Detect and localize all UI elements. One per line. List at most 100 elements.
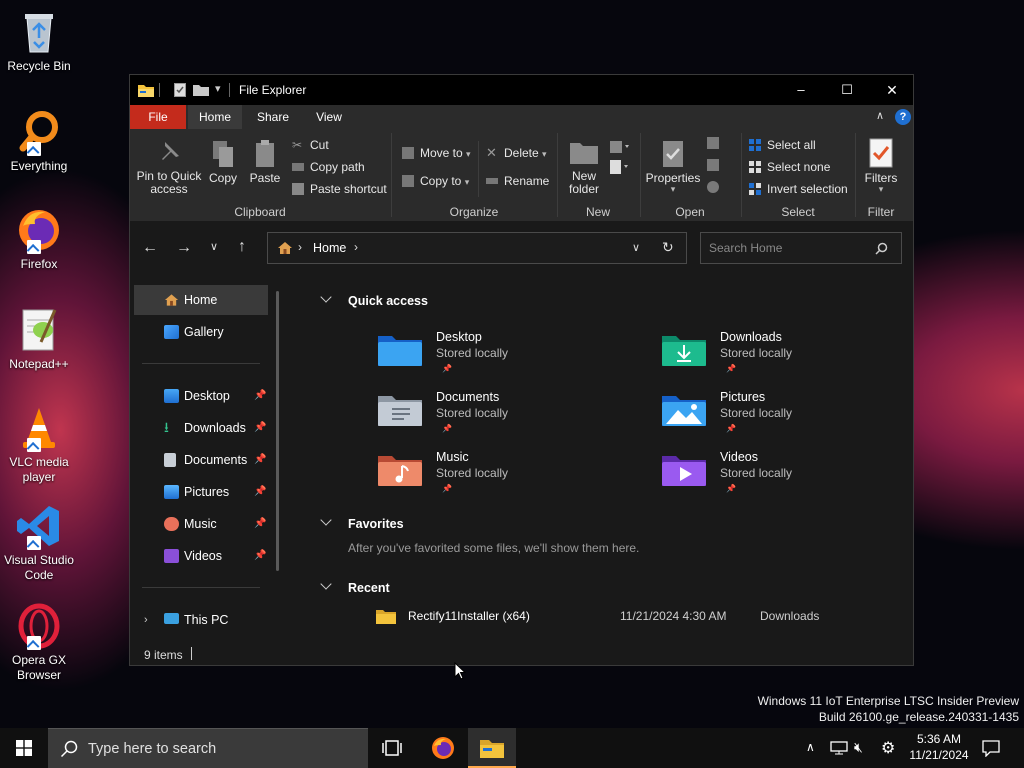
desktop-icon-notepadpp[interactable]: Notepad++ [0, 306, 78, 372]
videos-icon [164, 549, 179, 563]
clock[interactable]: 5:36 AM 11/21/2024 [904, 731, 974, 763]
close-button[interactable]: ✕ [870, 75, 914, 105]
maximize-button[interactable]: ☐ [824, 75, 870, 105]
history-icon[interactable] [707, 181, 719, 193]
collapse-ribbon-icon[interactable]: ∧ [876, 109, 884, 122]
properties-button[interactable]: Properties ▾ [644, 139, 702, 194]
pin-to-quick-access-button[interactable]: Pin to Quick access [136, 139, 202, 196]
sidebar-item-home[interactable]: Home [134, 285, 268, 315]
sidebar-item-videos[interactable]: Videos 📌 [134, 541, 268, 571]
sidebar-item-downloads[interactable]: ⭳ Downloads 📌 [134, 413, 268, 443]
quick-access-tile-desktop[interactable]: Desktop Stored locally 📌 [378, 330, 638, 386]
sidebar-item-gallery[interactable]: Gallery [134, 317, 268, 347]
desktop-icon-vscode[interactable]: Visual Studio Code [0, 502, 78, 583]
pin-icon[interactable]: 📌 [254, 519, 266, 529]
mouse-cursor-icon [454, 662, 466, 680]
properties-quick-icon[interactable] [174, 83, 186, 97]
copy-path-button[interactable]: Copy path [292, 159, 365, 175]
quick-access-tile-downloads[interactable]: Downloads Stored locally 📌 [662, 330, 922, 386]
search-input[interactable]: Search Home [709, 241, 782, 255]
cut-button[interactable]: ✂ Cut [292, 137, 329, 153]
pin-icon[interactable]: 📌 [254, 391, 266, 401]
collapse-chevron-icon[interactable] [320, 514, 332, 526]
properties-dropdown-icon[interactable]: ▾ [644, 185, 702, 194]
quick-access-tile-music[interactable]: Music Stored locally 📌 [378, 450, 638, 506]
pin-icon[interactable]: 📌 [254, 487, 266, 497]
address-input[interactable]: › Home › ∨ ↻ [267, 232, 687, 264]
gear-icon[interactable]: ⚙ [881, 738, 895, 758]
copy-button[interactable]: Copy [206, 139, 240, 185]
recent-item-location: Downloads [760, 609, 820, 623]
section-recent[interactable]: Recent [348, 581, 390, 595]
pin-icon[interactable]: 📌 [254, 551, 266, 561]
breadcrumb-chevron-icon[interactable]: › [354, 240, 358, 254]
move-to-button[interactable]: Move to ▾ [402, 145, 471, 162]
new-item-icon[interactable] [608, 139, 630, 155]
sidebar-scrollbar[interactable] [276, 291, 279, 571]
select-none-button[interactable]: Select none [749, 159, 830, 175]
collapse-chevron-icon[interactable] [320, 578, 332, 590]
pin-icon[interactable]: 📌 [254, 455, 266, 465]
back-arrow-icon[interactable]: ← [142, 239, 158, 257]
show-hidden-icons-chevron-up-icon[interactable]: ∧ [806, 740, 815, 754]
sidebar-item-music[interactable]: Music 📌 [134, 509, 268, 539]
start-button[interactable] [0, 728, 48, 768]
list-item[interactable]: Rectify11Installer (x64) 11/21/2024 4:30… [370, 605, 890, 627]
quick-access-tile-pictures[interactable]: Pictures Stored locally 📌 [662, 390, 922, 446]
tab-share[interactable]: Share [246, 105, 300, 129]
desktop-icon-everything[interactable]: Everything [0, 108, 78, 174]
network-icon[interactable] [830, 741, 848, 755]
sidebar-item-pictures[interactable]: Pictures 📌 [134, 477, 268, 507]
pin-icon[interactable]: 📌 [254, 423, 266, 433]
task-view-button[interactable] [372, 728, 412, 768]
invert-selection-button[interactable]: Invert selection [749, 181, 848, 197]
up-arrow-icon[interactable]: ↑ [238, 238, 246, 256]
paste-button[interactable]: Paste [246, 139, 284, 185]
section-favorites[interactable]: Favorites [348, 517, 404, 531]
tab-home[interactable]: Home [188, 105, 242, 129]
recent-locations-chevron-down-icon[interactable]: ∨ [210, 240, 218, 253]
forward-arrow-icon[interactable]: → [176, 239, 192, 257]
filters-dropdown-icon[interactable]: ▾ [858, 185, 904, 194]
tab-view[interactable]: View [302, 105, 356, 129]
search-icon[interactable] [875, 242, 888, 255]
breadcrumb-home[interactable]: Home [313, 241, 346, 255]
collapse-chevron-icon[interactable] [320, 291, 332, 303]
desktop-icon-firefox[interactable]: Firefox [0, 206, 78, 272]
section-quick-access[interactable]: Quick access [348, 294, 428, 308]
desktop-icon-recycle-bin[interactable]: Recycle Bin [0, 8, 78, 74]
sidebar-item-documents[interactable]: Documents 📌 [134, 445, 268, 475]
search-box[interactable]: Search Home [700, 232, 902, 264]
rename-button[interactable]: Rename [486, 173, 549, 189]
tab-file[interactable]: File [130, 105, 186, 129]
quick-access-tile-videos[interactable]: Videos Stored locally 📌 [662, 450, 922, 506]
select-all-button[interactable]: Select all [749, 137, 816, 153]
volume-muted-icon[interactable]: 🔇︎ [854, 739, 863, 756]
taskbar-search-input[interactable]: Type here to search [88, 741, 216, 757]
edit-icon[interactable] [707, 159, 719, 171]
taskbar-search-box[interactable]: Type here to search [48, 728, 368, 768]
help-icon[interactable]: ? [895, 109, 911, 125]
open-icon[interactable] [707, 137, 719, 149]
easy-access-icon[interactable] [608, 159, 630, 175]
sidebar-item-desktop[interactable]: Desktop 📌 [134, 381, 268, 411]
quick-access-toolbar-dropdown-icon[interactable]: ▾ [215, 82, 221, 95]
filters-button[interactable]: Filters ▾ [858, 137, 904, 194]
address-history-chevron-down-icon[interactable]: ∨ [632, 241, 640, 254]
desktop-icon-label: Firefox [20, 257, 58, 271]
taskbar-file-explorer[interactable] [468, 728, 516, 768]
desktop-icon-opera-gx[interactable]: Opera GX Browser [0, 602, 78, 683]
notification-icon[interactable] [982, 740, 1000, 757]
new-folder-button[interactable]: New folder [562, 139, 606, 196]
paste-shortcut-button[interactable]: Paste shortcut [292, 181, 387, 197]
expand-chevron-icon[interactable]: › [144, 605, 148, 635]
minimize-button[interactable]: – [778, 75, 824, 105]
sidebar-item-this-pc[interactable]: › This PC [134, 605, 268, 635]
delete-button[interactable]: ✕ Delete ▾ [486, 145, 547, 162]
new-folder-quick-icon[interactable] [193, 84, 209, 96]
refresh-icon[interactable]: ↻ [662, 239, 674, 256]
desktop-icon-vlc[interactable]: VLC media player [0, 404, 78, 485]
taskbar-firefox[interactable] [420, 728, 466, 768]
copy-to-button[interactable]: Copy to ▾ [402, 173, 469, 190]
quick-access-tile-documents[interactable]: Documents Stored locally 📌 [378, 390, 638, 446]
